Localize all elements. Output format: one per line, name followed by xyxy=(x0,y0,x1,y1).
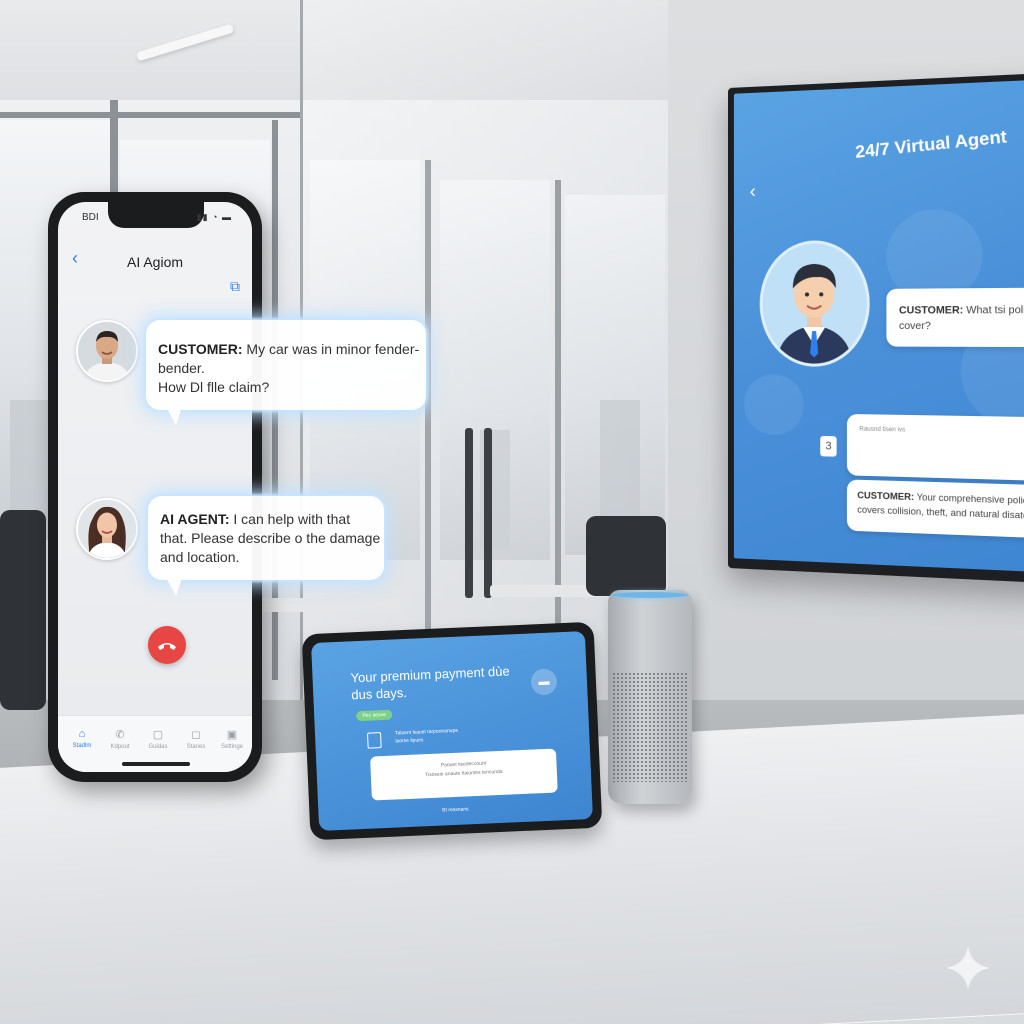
agent-avatar xyxy=(759,239,870,368)
door-handle xyxy=(465,428,473,598)
status-time: BDI xyxy=(82,212,99,223)
background-chair xyxy=(586,516,666,596)
tab-label: Settinge xyxy=(220,744,244,750)
tablet-footer[interactable]: Bt ressnans xyxy=(318,801,592,819)
payment-reminder-title: Your premium payment dùe dus days. xyxy=(350,662,511,703)
title-line: dus days. xyxy=(351,684,408,703)
tab-stores[interactable]: ◻ Stanes xyxy=(178,728,214,750)
message-counter-badge: 3 xyxy=(820,435,837,457)
agent-avatar xyxy=(76,498,138,560)
tab-settings[interactable]: ▣ Settinge xyxy=(214,728,250,750)
bubble-tail xyxy=(166,578,182,596)
chat-bubble: CUSTOMER: What tsi policy cover? xyxy=(886,287,1024,348)
home-indicator[interactable] xyxy=(122,762,190,766)
message-text: Your comprehensive policy as xyxy=(916,491,1024,507)
smart-speaker xyxy=(608,590,692,804)
phone-screen: BDI ▮▮ ◔ ▬ ‹ AI Agiom ⧉ ⌂ Stadlm ✆ Kdpou… xyxy=(58,202,252,772)
document-icon: ▢ xyxy=(152,729,164,741)
background-table xyxy=(260,598,400,612)
chat-bubble: Rausnd tisen ivs O xyxy=(846,413,1024,483)
phone-notch xyxy=(108,202,204,228)
camera-icon[interactable]: ⧉ xyxy=(230,278,240,295)
message-text: I can help with that xyxy=(233,511,351,527)
tab-guides[interactable]: ▢ Guidas xyxy=(140,728,176,750)
smartphone: BDI ▮▮ ◔ ▬ ‹ AI Agiom ⧉ ⌂ Stadlm ✆ Kdpou… xyxy=(48,192,262,782)
card-line: Paouet tisedeccount xyxy=(440,760,487,769)
payment-detail: Taloent lsauet tarpoonanupe laorse ilpue… xyxy=(395,727,459,746)
message-text: that. Please describe o the damage xyxy=(160,530,381,546)
background-chair xyxy=(0,510,46,710)
title-line: Your premium payment dùe xyxy=(350,663,510,686)
tab-label: Kdpout xyxy=(110,744,130,750)
tab-label: Guidas xyxy=(148,744,168,750)
hang-up-icon xyxy=(158,643,176,650)
speaker-label: CUSTOMER: xyxy=(158,341,243,357)
document-icon xyxy=(366,732,382,749)
door-handle xyxy=(484,428,492,598)
phone-icon: ✆ xyxy=(115,729,125,741)
message-text: covers collision, theft, and natural dis… xyxy=(857,504,1024,522)
speaker-label: AI AGENT: xyxy=(160,511,230,527)
office-scene: 24/7 Virtual Agent ‹ CUSTOMER: What tsi … xyxy=(0,0,1024,1024)
tablet: Your premium payment dùe dus days. ▬ Pec… xyxy=(301,621,603,841)
bubble-header: Rausnd tisen ivs xyxy=(859,426,906,434)
tab-home[interactable]: ⌂ Stadlm xyxy=(64,728,100,749)
agent-chat-bubble: AI AGENT: I can help with that that. Ple… xyxy=(148,496,384,580)
tablet-screen: Your premium payment dùe dus days. ▬ Pec… xyxy=(311,631,593,831)
sparkle-icon xyxy=(946,946,990,990)
message-text: How Dl flle claim? xyxy=(158,379,270,395)
status-pill[interactable]: Pec aeuxe xyxy=(356,709,393,722)
message-text: cover? xyxy=(898,320,931,333)
wall-display-screen: 24/7 Virtual Agent ‹ CUSTOMER: What tsi … xyxy=(733,78,1024,574)
message-text: What tsi policy xyxy=(966,304,1024,317)
settings-icon: ▣ xyxy=(226,729,238,741)
detail-line: Taloent lsauet tarpoonanupe xyxy=(394,727,459,737)
bubble-tail xyxy=(166,407,182,425)
message-text: and location. xyxy=(160,549,240,565)
detail-line: laorse ilpues xyxy=(395,737,424,745)
payment-icon[interactable]: ▬ xyxy=(530,668,558,696)
chat-icon: ◻ xyxy=(191,729,201,741)
customer-chat-bubble: CUSTOMER: My car was in minor fender-ben… xyxy=(146,320,426,410)
speaker-grille xyxy=(612,672,688,782)
tab-support[interactable]: ✆ Kdpout xyxy=(102,728,138,750)
speaker-label: CUSTOMER: xyxy=(898,304,964,317)
end-call-button[interactable] xyxy=(148,626,186,664)
status-icons: ▮▮ ◔ ▬ xyxy=(196,212,232,222)
bottom-tab-bar: ⌂ Stadlm ✆ Kdpout ▢ Guidas ◻ Stanes ▣ Se… xyxy=(58,715,252,772)
speaker-light-ring xyxy=(612,592,688,598)
speaker-label: CUSTOMER: xyxy=(857,490,915,503)
tab-label: Stadlm xyxy=(72,743,92,749)
pay-account-card[interactable]: Paouet tisedeccount Tisoseie anaute ttai… xyxy=(370,748,558,801)
wall-display: 24/7 Virtual Agent ‹ CUSTOMER: What tsi … xyxy=(728,71,1024,585)
wall-display-title: 24/7 Virtual Agent xyxy=(854,126,1008,162)
chat-bubble: CUSTOMER: Your comprehensive policy as c… xyxy=(846,479,1024,540)
tab-label: Stanes xyxy=(186,744,206,750)
chat-title: AI Agiom xyxy=(126,254,184,270)
back-icon[interactable]: ‹ xyxy=(750,181,756,202)
card-line: Tisoseie anaute ttaiuntes tencunda xyxy=(425,768,503,779)
customer-avatar xyxy=(76,320,138,382)
home-icon: ⌂ xyxy=(78,728,86,740)
